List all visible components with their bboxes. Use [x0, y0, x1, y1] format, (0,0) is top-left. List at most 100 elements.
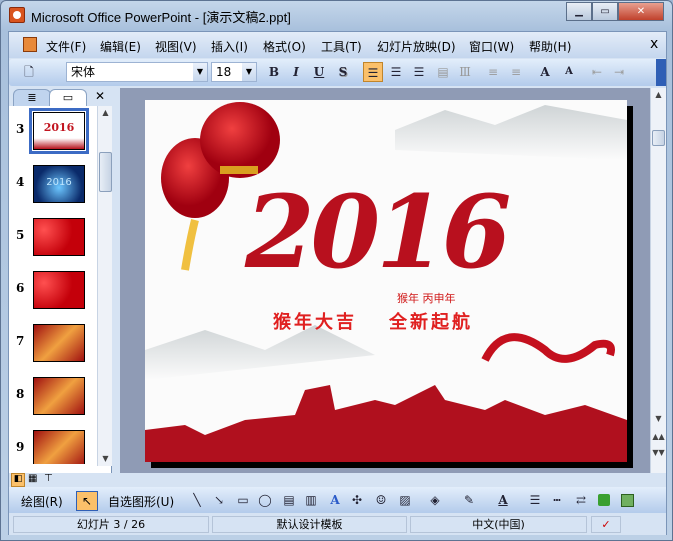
scroll-up-icon[interactable]: ▲	[98, 108, 113, 117]
slides-pane: ≣ ▭ ✕ 3 2016 4 2016 5 6 7 8 9 ▲ ▼	[9, 88, 112, 473]
slideshow-icon[interactable]: ⊤	[44, 473, 53, 484]
3d-style-icon[interactable]	[621, 494, 634, 507]
shadow-style-icon[interactable]	[598, 494, 610, 506]
distribute-icon[interactable]: ▤	[433, 62, 453, 82]
slide-scrollbar[interactable]: ▲ ▼ ▲▲ ▼▼	[650, 88, 666, 473]
bullets-icon[interactable]: ≡	[506, 62, 526, 82]
toolbar-options-icon[interactable]	[656, 59, 666, 86]
slide-number: 7	[16, 334, 25, 348]
align-left-icon[interactable]: ☰	[363, 62, 383, 82]
slide-thumbnail[interactable]: 4 2016	[9, 161, 97, 209]
normal-view-icon[interactable]: ◧	[11, 473, 25, 487]
shadow-button[interactable]: S	[333, 62, 353, 82]
slides-tab[interactable]: ▭	[49, 89, 87, 106]
status-bar: 幻灯片 3 / 26 默认设计模板 中文(中国) ✓	[9, 514, 666, 535]
next-slide-icon[interactable]: ▼▼	[651, 448, 666, 457]
scroll-thumb[interactable]	[652, 130, 665, 146]
line-color-icon[interactable]: ✎	[459, 490, 479, 510]
draw-menu[interactable]: 绘图(R)	[21, 493, 63, 510]
design-template: 默认设计模板	[212, 516, 407, 533]
autoshapes-menu[interactable]: 自选图形(U)	[108, 493, 174, 510]
new-icon[interactable]: 🗋	[19, 62, 39, 82]
select-pointer-icon[interactable]: ↖	[76, 491, 98, 511]
font-select[interactable]: 宋体 ▼	[66, 62, 208, 82]
shrink-font-button[interactable]: A	[559, 62, 579, 82]
outline-tab[interactable]: ≣	[13, 89, 51, 106]
arrow-style-icon[interactable]: ⇄	[571, 490, 591, 510]
picture-icon[interactable]: ▨	[395, 490, 415, 510]
numbering-icon[interactable]: ≡	[483, 62, 503, 82]
menu-insert[interactable]: 插入(I)	[211, 38, 248, 55]
spelling-check-icon[interactable]: ✓	[591, 516, 621, 533]
menu-slideshow[interactable]: 幻灯片放映(D)	[377, 38, 456, 55]
oval-icon[interactable]: ◯	[255, 490, 275, 510]
thumbnails-scrollbar[interactable]: ▲ ▼	[97, 106, 112, 466]
menu-window[interactable]: 窗口(W)	[469, 38, 514, 55]
slide-counter: 幻灯片 3 / 26	[13, 516, 209, 533]
slide-sorter-icon[interactable]: ▦	[28, 473, 37, 484]
close-document-button[interactable]: x	[650, 36, 658, 52]
close-pane-button[interactable]: ✕	[95, 89, 105, 103]
rectangle-icon[interactable]: ▭	[233, 490, 253, 510]
menu-tools[interactable]: 工具(T)	[321, 38, 362, 55]
slide-thumbnail[interactable]: 9	[9, 426, 97, 464]
line-icon[interactable]: ╲	[187, 490, 207, 510]
slide-editing-area: 2016 猴年 丙申年 猴年大吉 全新起航	[120, 88, 650, 473]
increase-indent-icon[interactable]: ⇥	[609, 62, 629, 82]
vertical-text-icon[interactable]: Ⅲ	[455, 62, 475, 82]
line-style-icon[interactable]: ☰	[525, 490, 545, 510]
dash-style-icon[interactable]: ┅	[547, 490, 567, 510]
view-buttons: ◧ ▦ ⊤	[9, 473, 112, 487]
bold-button[interactable]: B	[264, 62, 284, 82]
menu-view[interactable]: 视图(V)	[155, 38, 197, 55]
current-slide[interactable]: 2016 猴年 丙申年 猴年大吉 全新起航	[145, 100, 627, 462]
chevron-down-icon[interactable]: ▼	[193, 63, 207, 81]
menu-file[interactable]: 文件(F)	[46, 38, 86, 55]
menu-edit[interactable]: 编辑(E)	[100, 38, 141, 55]
mountain-shape	[395, 105, 627, 160]
font-value: 宋体	[71, 65, 96, 79]
subtitle: 猴年 丙申年	[397, 292, 456, 305]
fill-color-icon[interactable]: ◈	[425, 490, 445, 510]
drawing-toolbar: 绘图(R) ↖ 自选图形(U) ╲ ↘ ▭ ◯ ▤ ▥ A ✣ ☺ ▨ ◈ ✎ …	[9, 487, 666, 513]
formatting-toolbar: 🗋 宋体 ▼ 18 ▼ B I U S ☰ ☰ ☰ ▤ Ⅲ ≡ ≡ A A ⇤ ⇥	[9, 59, 666, 86]
slide-thumbnail[interactable]: 5	[9, 214, 97, 262]
powerpoint-icon[interactable]	[9, 7, 25, 23]
maximize-button[interactable]: ▭	[592, 2, 618, 21]
slide-thumbnail[interactable]: 6	[9, 267, 97, 315]
greeting-left: 猴年大吉	[273, 312, 357, 333]
align-right-icon[interactable]: ☰	[409, 62, 429, 82]
title-bar: Microsoft Office PowerPoint - [演示文稿2.ppt…	[1, 1, 672, 29]
grow-font-button[interactable]: A	[535, 62, 555, 82]
slide-number: 9	[16, 440, 25, 454]
minimize-button[interactable]: ▁	[566, 2, 592, 21]
year-title: 2016	[245, 173, 511, 291]
slide-thumbnail[interactable]: 3 2016	[9, 108, 97, 156]
previous-slide-icon[interactable]: ▲▲	[651, 432, 666, 441]
scroll-down-icon[interactable]: ▼	[651, 414, 666, 423]
slide-thumbnail[interactable]: 8	[9, 373, 97, 421]
document-icon[interactable]	[23, 37, 37, 52]
slide-thumbnail[interactable]: 7	[9, 320, 97, 368]
diagram-icon[interactable]: ✣	[347, 490, 367, 510]
font-color-icon[interactable]: A	[493, 490, 513, 510]
wordart-icon[interactable]: A	[325, 490, 345, 510]
menu-help[interactable]: 帮助(H)	[529, 38, 571, 55]
decrease-indent-icon[interactable]: ⇤	[587, 62, 607, 82]
menu-format[interactable]: 格式(O)	[263, 38, 306, 55]
textbox-icon[interactable]: ▤	[279, 490, 299, 510]
italic-button[interactable]: I	[286, 62, 306, 82]
scroll-up-icon[interactable]: ▲	[651, 90, 666, 99]
scroll-down-icon[interactable]: ▼	[98, 454, 113, 463]
font-size-select[interactable]: 18 ▼	[211, 62, 257, 82]
chevron-down-icon[interactable]: ▼	[242, 63, 256, 81]
vertical-textbox-icon[interactable]: ▥	[301, 490, 321, 510]
underline-button[interactable]: U	[309, 62, 329, 82]
slide-number: 5	[16, 228, 25, 242]
clipart-icon[interactable]: ☺	[371, 490, 391, 510]
align-center-icon[interactable]: ☰	[386, 62, 406, 82]
lantern-tassel	[181, 219, 199, 271]
close-button[interactable]: ✕	[618, 2, 664, 21]
scroll-thumb[interactable]	[99, 152, 112, 192]
arrow-icon[interactable]: ↘	[209, 490, 229, 510]
